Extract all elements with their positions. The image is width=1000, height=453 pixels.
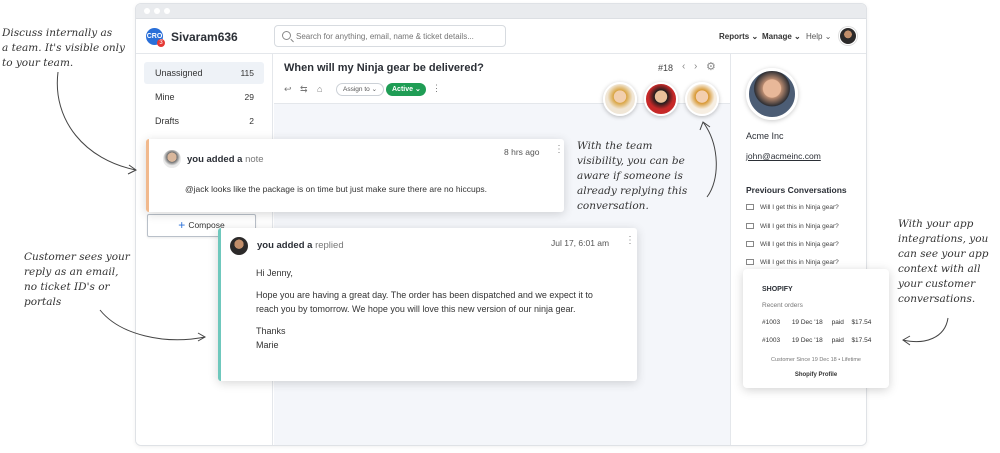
annotation-arrow [56,71,949,346]
annotation-team-visibility: With the team visibility, you can be awa… [577,140,688,212]
